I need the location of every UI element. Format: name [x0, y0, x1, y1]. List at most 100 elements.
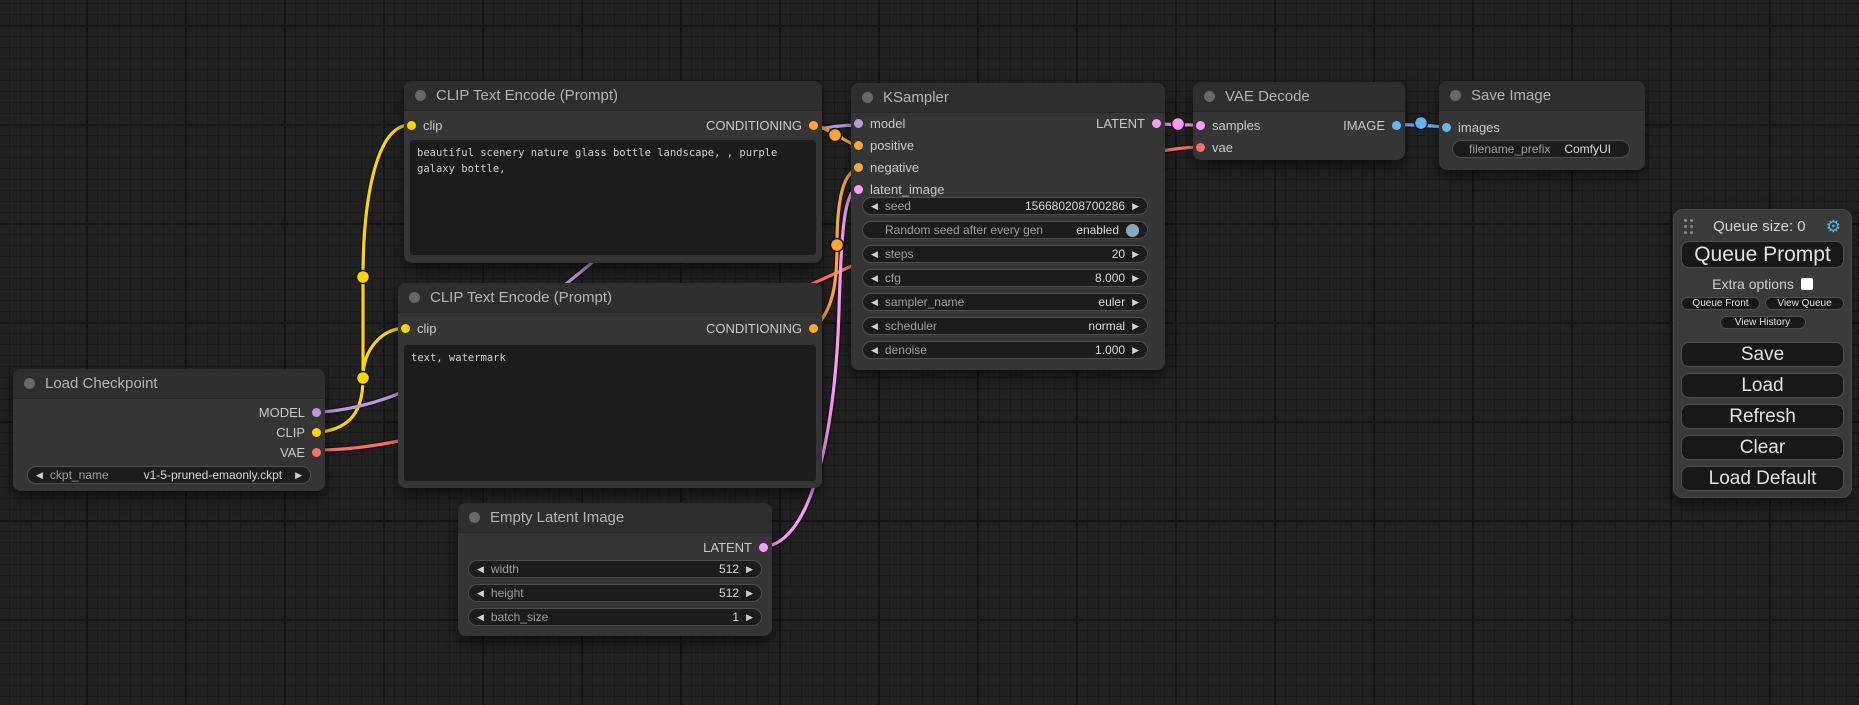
input-clip[interactable]: clip	[407, 116, 443, 134]
collapse-dot-icon[interactable]	[862, 92, 873, 103]
conditioning-input-dot[interactable]	[854, 141, 863, 150]
queue-panel[interactable]: Queue size: 0 ⚙ Queue Prompt Extra optio…	[1673, 209, 1852, 498]
node-title-bar[interactable]: Load Checkpoint	[13, 369, 325, 399]
image-input-dot[interactable]	[1442, 123, 1451, 132]
increment-arrow-icon[interactable]: ▶	[1132, 322, 1139, 331]
output-model[interactable]: MODEL	[259, 403, 321, 421]
conditioning-output-dot[interactable]	[809, 121, 818, 130]
model-output-dot[interactable]	[312, 408, 321, 417]
input-latent-image[interactable]: latent_image	[854, 180, 944, 198]
clip-output-dot[interactable]	[312, 428, 321, 437]
refresh-button[interactable]: Refresh	[1681, 404, 1844, 429]
decrement-arrow-icon[interactable]: ◀	[477, 565, 484, 574]
node-vae-decode[interactable]: VAE Decode samples vae IMAGE	[1193, 82, 1405, 160]
conditioning-input-dot[interactable]	[854, 163, 863, 172]
increment-arrow-icon[interactable]: ▶	[746, 589, 753, 598]
input-positive[interactable]: positive	[854, 136, 914, 154]
increment-arrow-icon[interactable]: ▶	[746, 613, 753, 622]
steps-widget[interactable]: ◀ steps 20 ▶	[862, 245, 1148, 263]
increment-arrow-icon[interactable]: ▶	[1132, 202, 1139, 211]
sampler-name-widget[interactable]: ◀ sampler_name euler ▶	[862, 293, 1148, 311]
latent-output-dot[interactable]	[759, 543, 768, 552]
image-output-dot[interactable]	[1392, 121, 1401, 130]
vae-output-dot[interactable]	[312, 448, 321, 457]
node-load-checkpoint[interactable]: Load Checkpoint MODEL CLIP VAE ◀ ckpt_na…	[13, 369, 325, 491]
decrement-arrow-icon[interactable]: ◀	[871, 322, 878, 331]
node-title-bar[interactable]: Empty Latent Image	[458, 503, 772, 533]
decrement-arrow-icon[interactable]: ◀	[871, 250, 878, 259]
toggle-circle-icon[interactable]	[1126, 224, 1139, 237]
increment-arrow-icon[interactable]: ▶	[295, 471, 302, 480]
random-seed-toggle-widget[interactable]: Random seed after every gen enabled	[862, 221, 1148, 239]
scheduler-widget[interactable]: ◀ scheduler normal ▶	[862, 317, 1148, 335]
collapse-dot-icon[interactable]	[24, 378, 35, 389]
node-clip-text-encode-negative[interactable]: CLIP Text Encode (Prompt) clip CONDITION…	[398, 283, 822, 488]
clear-button[interactable]: Clear	[1681, 435, 1844, 460]
vae-input-dot[interactable]	[1196, 143, 1205, 152]
cfg-widget[interactable]: ◀ cfg 8.000 ▶	[862, 269, 1148, 287]
save-button[interactable]: Save	[1681, 342, 1844, 367]
decrement-arrow-icon[interactable]: ◀	[871, 274, 878, 283]
decrement-arrow-icon[interactable]: ◀	[871, 298, 878, 307]
output-clip[interactable]: CLIP	[276, 423, 321, 441]
ckpt-name-widget[interactable]: ◀ ckpt_name v1-5-pruned-emaonly.ckpt ▶	[27, 466, 311, 484]
input-model[interactable]: model	[854, 114, 905, 132]
decrement-arrow-icon[interactable]: ◀	[477, 589, 484, 598]
output-conditioning[interactable]: CONDITIONING	[706, 116, 818, 134]
collapse-dot-icon[interactable]	[409, 292, 420, 303]
latent-input-dot[interactable]	[1196, 121, 1205, 130]
increment-arrow-icon[interactable]: ▶	[1132, 298, 1139, 307]
output-conditioning[interactable]: CONDITIONING	[706, 319, 818, 337]
decrement-arrow-icon[interactable]: ◀	[477, 613, 484, 622]
filename-prefix-widget[interactable]: filename_prefix ComfyUI	[1452, 140, 1630, 158]
view-queue-button[interactable]: View Queue	[1765, 297, 1844, 310]
node-title-bar[interactable]: CLIP Text Encode (Prompt)	[404, 81, 822, 111]
node-ksampler[interactable]: KSampler model positive negative latent_…	[851, 83, 1165, 370]
output-latent[interactable]: LATENT	[703, 538, 768, 556]
increment-arrow-icon[interactable]: ▶	[1132, 346, 1139, 355]
drag-handle-icon[interactable]	[1684, 219, 1693, 235]
comfyui-canvas[interactable]: { "colors": { "clip": "#FFD500", "model"…	[0, 0, 1859, 705]
decrement-arrow-icon[interactable]: ◀	[871, 346, 878, 355]
extra-options-checkbox[interactable]	[1801, 278, 1813, 290]
input-samples[interactable]: samples	[1196, 116, 1260, 134]
conditioning-output-dot[interactable]	[809, 324, 818, 333]
collapse-dot-icon[interactable]	[415, 90, 426, 101]
input-clip[interactable]: clip	[401, 319, 437, 337]
load-default-button[interactable]: Load Default	[1681, 466, 1844, 491]
load-button[interactable]: Load	[1681, 373, 1844, 398]
node-clip-text-encode-positive[interactable]: CLIP Text Encode (Prompt) clip CONDITION…	[404, 81, 822, 263]
output-image[interactable]: IMAGE	[1343, 116, 1401, 134]
increment-arrow-icon[interactable]: ▶	[746, 565, 753, 574]
clip-input-dot[interactable]	[407, 121, 416, 130]
node-save-image[interactable]: Save Image images filename_prefix ComfyU…	[1439, 81, 1645, 170]
positive-prompt-textarea[interactable]: beautiful scenery nature glass bottle la…	[410, 140, 816, 255]
view-history-button[interactable]: View History	[1720, 316, 1806, 329]
input-images[interactable]: images	[1442, 118, 1500, 136]
model-input-dot[interactable]	[854, 119, 863, 128]
node-title-bar[interactable]: CLIP Text Encode (Prompt)	[398, 283, 822, 313]
decrement-arrow-icon[interactable]: ◀	[36, 471, 43, 480]
negative-prompt-textarea[interactable]: text, watermark	[404, 345, 816, 481]
batch-size-widget[interactable]: ◀ batch_size 1 ▶	[468, 608, 762, 626]
gear-icon[interactable]: ⚙	[1826, 217, 1841, 237]
collapse-dot-icon[interactable]	[469, 512, 480, 523]
decrement-arrow-icon[interactable]: ◀	[871, 202, 878, 211]
node-title-bar[interactable]: VAE Decode	[1193, 82, 1405, 112]
height-widget[interactable]: ◀ height 512 ▶	[468, 584, 762, 602]
latent-input-dot[interactable]	[854, 185, 863, 194]
width-widget[interactable]: ◀ width 512 ▶	[468, 560, 762, 578]
increment-arrow-icon[interactable]: ▶	[1132, 274, 1139, 283]
queue-front-button[interactable]: Queue Front	[1681, 297, 1760, 310]
increment-arrow-icon[interactable]: ▶	[1132, 250, 1139, 259]
latent-output-dot[interactable]	[1152, 119, 1161, 128]
seed-widget[interactable]: ◀ seed 156680208700286 ▶	[862, 197, 1148, 215]
collapse-dot-icon[interactable]	[1450, 90, 1461, 101]
input-vae[interactable]: vae	[1196, 138, 1233, 156]
node-empty-latent-image[interactable]: Empty Latent Image LATENT ◀ width 512 ▶ …	[458, 503, 772, 636]
denoise-widget[interactable]: ◀ denoise 1.000 ▶	[862, 341, 1148, 359]
input-negative[interactable]: negative	[854, 158, 919, 176]
node-title-bar[interactable]: KSampler	[851, 83, 1165, 113]
collapse-dot-icon[interactable]	[1204, 91, 1215, 102]
queue-prompt-button[interactable]: Queue Prompt	[1681, 241, 1844, 268]
